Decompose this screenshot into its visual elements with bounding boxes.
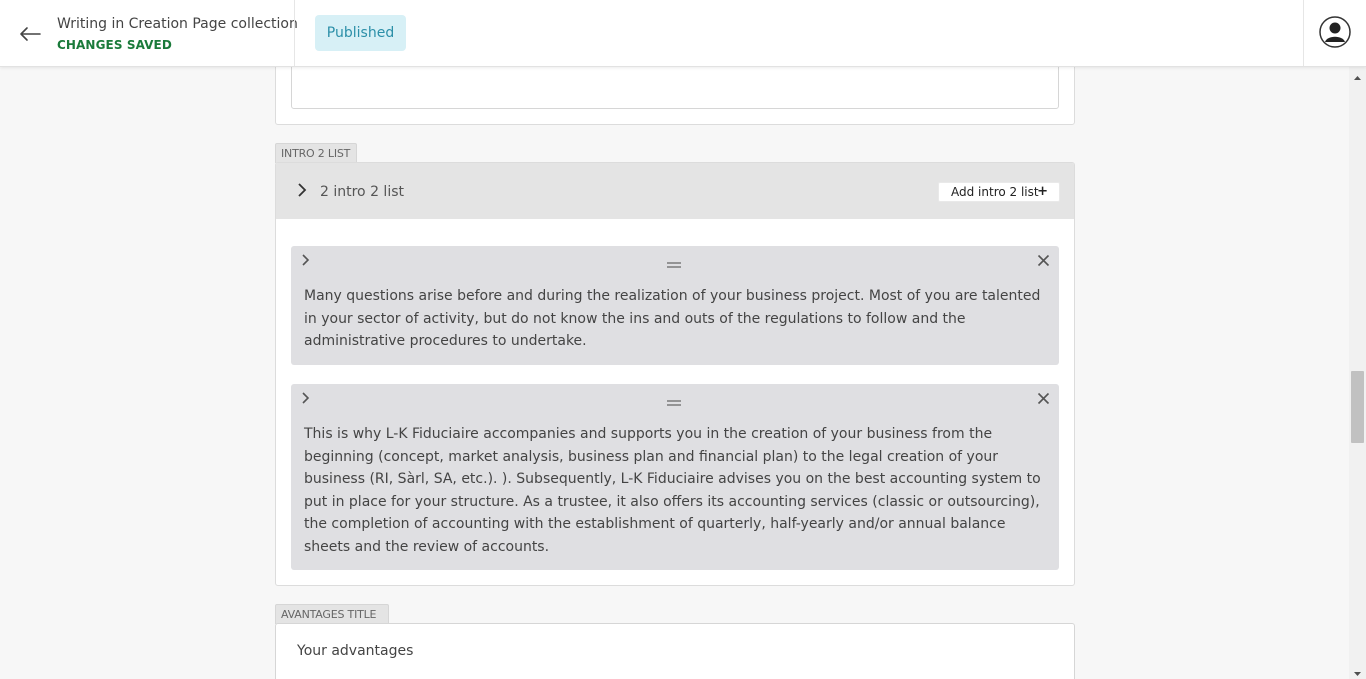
add-intro-2-list-button[interactable]: Add intro 2 list + xyxy=(938,182,1060,202)
scroll-down-arrow-icon[interactable] xyxy=(1349,665,1366,677)
drag-handle-icon[interactable] xyxy=(667,392,681,406)
list-item: This is why L-K Fiduciaire accompanies a… xyxy=(291,384,1059,570)
user-avatar-icon[interactable] xyxy=(1319,16,1351,48)
vertical-scrollbar[interactable] xyxy=(1349,67,1366,679)
header-divider-right xyxy=(1303,0,1304,66)
list-item-text[interactable]: This is why L-K Fiduciaire accompanies a… xyxy=(304,423,1049,558)
list-item-text[interactable]: Many questions arise before and during t… xyxy=(304,285,1049,353)
status-badge[interactable]: Published xyxy=(315,15,406,51)
chevron-right-icon[interactable] xyxy=(295,181,309,199)
advantages-title-input[interactable]: Your advantages xyxy=(275,623,1075,679)
list-count: 2 intro 2 list xyxy=(320,184,404,200)
intro-2-list-panel: 2 intro 2 list Add intro 2 list + Many q… xyxy=(275,162,1075,586)
title-block: Writing in Creation Page collection CHAN… xyxy=(57,15,298,54)
drag-handle-icon[interactable] xyxy=(667,254,681,268)
add-button-label: Add intro 2 list xyxy=(951,185,1039,199)
header-divider xyxy=(294,0,295,66)
save-status: CHANGES SAVED xyxy=(57,38,172,52)
document-title: Writing in Creation Page collection xyxy=(57,16,298,32)
plus-icon: + xyxy=(1037,184,1048,199)
top-bar: Writing in Creation Page collection CHAN… xyxy=(0,0,1366,67)
intro-2-list-label: INTRO 2 LIST xyxy=(275,143,357,163)
advantages-title-label: AVANTAGES TITLE xyxy=(275,604,389,624)
scrollbar-thumb[interactable] xyxy=(1351,371,1364,443)
advantages-title-value: Your advantages xyxy=(297,643,414,659)
chevron-right-icon[interactable] xyxy=(300,390,312,404)
list-header: 2 intro 2 list Add intro 2 list + xyxy=(276,163,1074,219)
close-icon[interactable] xyxy=(1037,390,1050,405)
close-icon[interactable] xyxy=(1037,252,1050,267)
list-item: Many questions arise before and during t… xyxy=(291,246,1059,365)
back-arrow-icon[interactable] xyxy=(18,22,44,46)
chevron-right-icon[interactable] xyxy=(300,252,312,266)
scroll-up-arrow-icon[interactable] xyxy=(1349,69,1366,81)
